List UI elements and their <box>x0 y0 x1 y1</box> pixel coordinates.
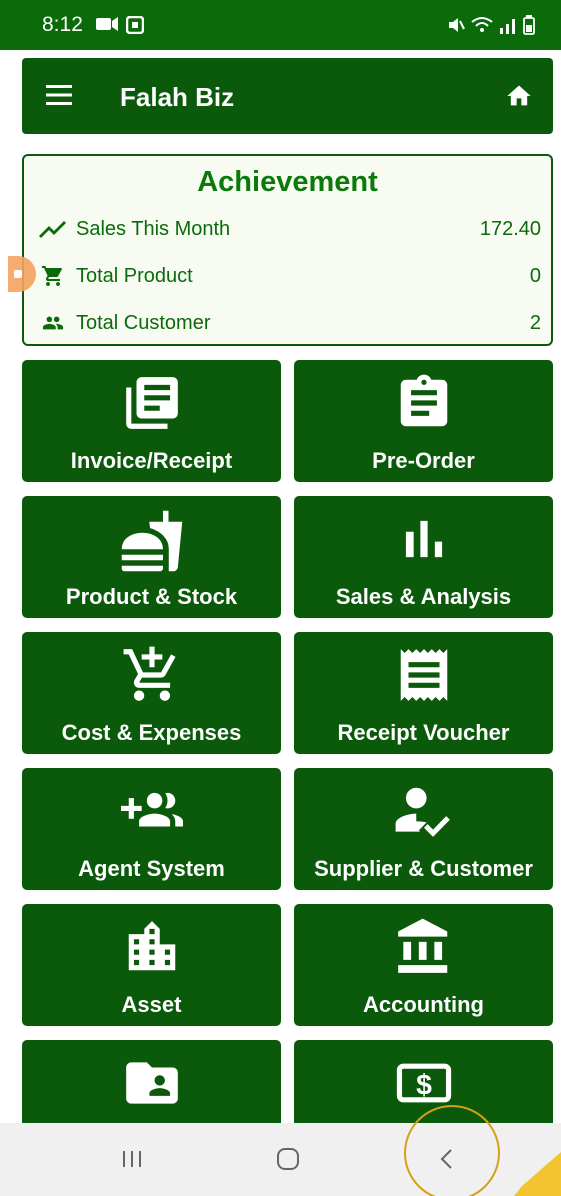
tile-label: Product & Stock <box>65 584 238 609</box>
dollar-icon: $ <box>294 1052 553 1112</box>
home-button-icon[interactable] <box>268 1143 308 1175</box>
tile-label: Pre-Order <box>372 448 475 473</box>
people-icon <box>38 310 68 336</box>
stat-value: 0 <box>529 264 541 287</box>
tile-label: Supplier & Customer <box>314 856 533 881</box>
mute-icon <box>449 18 465 32</box>
fastfood-icon <box>22 508 281 572</box>
tile-supplier-customer[interactable]: Supplier & Customer <box>294 768 553 890</box>
tile-receipt-voucher[interactable]: Receipt Voucher <box>294 632 553 754</box>
video-icon <box>96 17 118 31</box>
tap-highlight-ring <box>404 1105 500 1196</box>
signal-icon <box>500 19 515 34</box>
add-cart-icon <box>22 644 281 704</box>
tile-label: Sales & Analysis <box>335 584 512 609</box>
tile-label: Agent System <box>78 856 225 881</box>
tile-label: Receipt Voucher <box>337 720 510 745</box>
svg-text:$: $ <box>416 1070 432 1102</box>
receipt-icon <box>294 644 553 704</box>
app-title: Falah Biz <box>120 82 235 112</box>
trending-up-icon <box>38 216 68 242</box>
status-bar: 8:12 <box>0 0 561 50</box>
screen-record-icon <box>126 16 144 34</box>
wifi-icon <box>471 17 493 32</box>
tile-label: Invoice/Receipt <box>70 448 233 473</box>
status-time: 8:12 <box>42 13 83 36</box>
document-list-icon <box>22 372 281 432</box>
recent-apps-icon[interactable] <box>112 1143 152 1175</box>
stat-label: Total Customer <box>76 311 211 334</box>
cart-icon <box>38 263 68 289</box>
stat-row-total-customer: Total Customer 2 <box>38 308 541 338</box>
group-add-icon <box>22 780 281 840</box>
tile-product-stock[interactable]: Product & Stock <box>22 496 281 618</box>
battery-icon <box>523 15 535 35</box>
achievement-title: Achievement <box>197 166 378 198</box>
stat-value: 172.40 <box>479 217 541 240</box>
person-check-icon <box>294 780 553 840</box>
app-bar: Falah Biz <box>22 58 553 134</box>
stat-row-total-product: Total Product 0 <box>38 261 541 291</box>
achievement-card: Achievement Sales This Month 172.40 Tota… <box>22 154 553 346</box>
stat-row-sales-this-month: Sales This Month 172.40 <box>38 214 541 244</box>
stat-label: Total Product <box>76 264 193 287</box>
tile-sales-analysis[interactable]: Sales & Analysis <box>294 496 553 618</box>
tile-label: Asset <box>121 992 182 1017</box>
tile-cost-expenses[interactable]: Cost & Expenses <box>22 632 281 754</box>
clipboard-icon <box>294 372 553 432</box>
hamburger-menu-icon[interactable] <box>46 84 72 106</box>
home-icon[interactable] <box>505 82 533 110</box>
tile-asset[interactable]: Asset <box>22 904 281 1026</box>
bar-chart-icon <box>294 508 553 568</box>
status-notification-icons <box>96 16 144 34</box>
tile-label: Cost & Expenses <box>61 720 242 745</box>
folder-shared-icon <box>22 1052 281 1112</box>
status-system-icons <box>447 15 535 35</box>
bank-icon <box>294 916 553 976</box>
tile-label: Accounting <box>363 992 484 1017</box>
tile-agent-system[interactable]: Agent System <box>22 768 281 890</box>
stat-label: Sales This Month <box>76 217 231 240</box>
stat-value: 2 <box>529 311 541 334</box>
tile-accounting[interactable]: Accounting <box>294 904 553 1026</box>
tile-invoice-receipt[interactable]: Invoice/Receipt <box>22 360 281 482</box>
pointer-arrow-icon <box>514 1152 561 1196</box>
tile-pre-order[interactable]: Pre-Order <box>294 360 553 482</box>
building-icon <box>22 916 281 976</box>
